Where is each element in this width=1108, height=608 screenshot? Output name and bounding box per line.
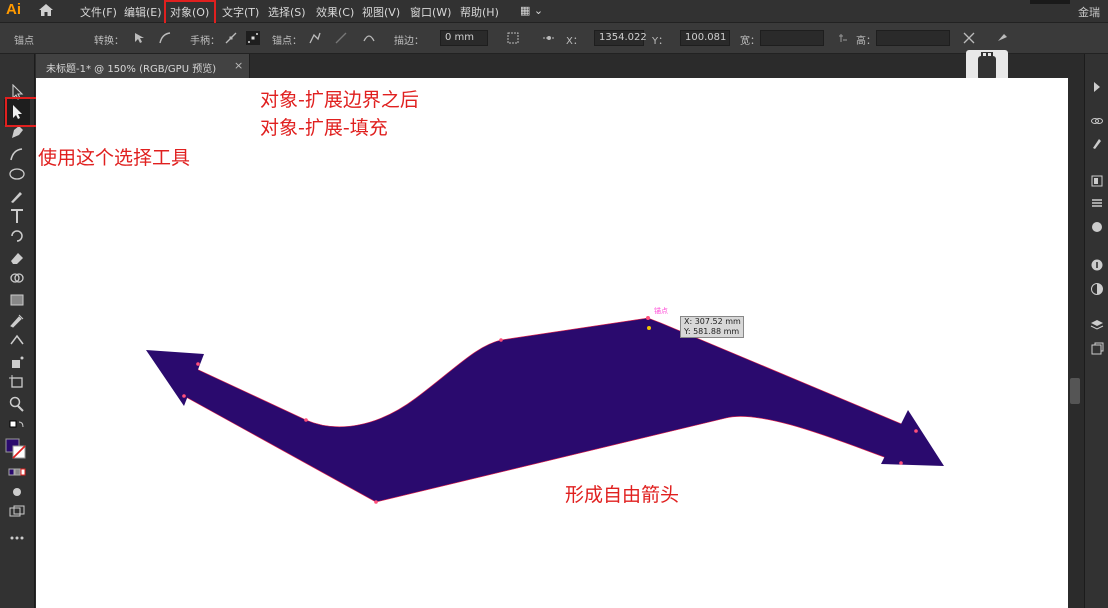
menu-item-0[interactable]: 文件(F) [80,4,117,20]
align-grid-icon[interactable] [506,31,520,45]
close-icon[interactable]: × [234,59,243,72]
cut-path-icon[interactable] [362,31,376,45]
layers-list-icon[interactable] [1090,196,1104,210]
artboards-icon[interactable] [1090,342,1104,356]
artwork[interactable] [36,78,1068,608]
blend-tool-icon[interactable] [8,332,26,348]
zoom-tool-icon[interactable] [8,396,26,412]
anchor-point [647,326,651,330]
anchor-point [646,316,650,320]
user-name[interactable]: 金瑞 [1078,4,1100,20]
type-tool-icon[interactable] [8,208,26,224]
anchor-point [899,461,903,465]
y-field[interactable]: 100.081 [680,30,730,46]
swap-colors-icon[interactable] [8,418,26,434]
anchor-label: 锚点 [14,36,34,47]
convert-label: 转换： [94,36,124,47]
ellipse-tool-icon[interactable] [8,166,26,182]
connect-anchor-icon[interactable] [334,31,348,45]
artboard-tool-icon[interactable] [8,374,26,390]
brushes-icon[interactable] [1090,136,1104,150]
annotation-steps: 对象-扩展边界之后 对象-扩展-填充 [260,86,419,142]
height-label: 高： [856,36,876,47]
stroke-label: 描边： [394,36,424,47]
anchor-point [499,338,503,342]
anchor-point [914,429,918,433]
expand-panels-icon[interactable] [1090,80,1104,94]
more-tools-icon[interactable] [8,530,26,546]
curvature-tool-icon[interactable] [8,146,26,162]
arrow-body-shape[interactable] [183,317,917,503]
control-bar: 锚点 转换： 手柄： 锚点： 描边： 0 mm X： 1354.022 Y： 1… [0,23,1108,54]
handles-label: 手柄： [190,36,220,47]
x-field[interactable]: 1354.022 [594,30,647,46]
home-icon[interactable] [38,3,54,17]
eraser-tool-icon[interactable] [8,250,26,266]
fill-stroke-swatch-icon[interactable] [5,438,27,460]
stroke-width-field[interactable]: 0 mm [440,30,488,46]
transparency-icon[interactable] [1090,282,1104,296]
screen-mode-icon[interactable] [8,504,26,520]
show-handles-icon[interactable] [224,31,238,45]
links-icon[interactable] [1090,114,1104,128]
menu-bar: Ai 文件(F) 编辑(E) 对象(O) 文字(T) 选择(S) 效果(C) 视图(V) 窗口… [0,0,1108,26]
document-tab-bar: 未标题-1* @ 150% (RGB/GPU 预览) × [36,54,1080,78]
search-box[interactable] [1030,0,1070,4]
menu-item-7[interactable]: 窗口(W) [410,4,451,20]
anchor-point [196,362,200,366]
y-label: Y： [652,36,669,47]
anchor-point [304,418,308,422]
draw-mode-icon[interactable] [8,484,26,500]
appearance-icon[interactable] [1090,220,1104,234]
width-field[interactable] [760,30,824,46]
color-mode-icon[interactable] [8,464,26,480]
x-label: X： [566,36,583,47]
anchor-point [374,500,378,504]
document-tab-label: 未标题-1* @ 150% (RGB/GPU 预览) [46,64,217,75]
info-icon[interactable] [1090,258,1104,272]
convert-corner-icon[interactable] [132,31,146,45]
annotation-step-1: 对象-扩展边界之后 [260,89,419,111]
tools-panel [0,54,35,608]
remove-anchor-icon[interactable] [308,31,322,45]
anchor2-label: 锚点： [272,36,302,47]
scrollbar-thumb[interactable] [1070,378,1080,404]
vertical-scrollbar[interactable] [1068,78,1082,608]
document-tab[interactable]: 未标题-1* @ 150% (RGB/GPU 预览) × [36,54,250,78]
menu-item-6[interactable]: 视图(V) [362,4,400,20]
paintbrush-tool-icon[interactable] [8,188,26,204]
menu-item-4[interactable]: 选择(S) [268,4,306,20]
tooltip-x: X: 307.52 mm [684,317,741,326]
annotation-select-tool: 使用这个选择工具 [38,147,191,169]
width-label: 宽： [740,36,760,47]
gradient-tool-icon[interactable] [8,292,26,308]
coordinates-tooltip: X: 307.52 mm Y: 581.88 mm [680,316,744,338]
app-logo: Ai [6,1,21,18]
artboard-canvas[interactable] [36,78,1068,608]
link-icon[interactable] [836,31,850,45]
properties-icon[interactable] [1090,174,1104,188]
menu-item-1[interactable]: 编辑(E) [124,4,162,20]
height-field[interactable] [876,30,950,46]
annotation-result: 形成自由箭头 [565,484,680,506]
symbol-sprayer-tool-icon[interactable] [8,354,26,370]
convert-smooth-icon[interactable] [158,31,172,45]
tooltip-y: Y: 581.88 mm [684,327,740,336]
isolate-icon[interactable] [962,31,976,45]
menu-item-3[interactable]: 文字(T) [222,4,259,20]
align-points-icon[interactable] [542,31,556,45]
hide-handles-icon[interactable] [246,31,260,45]
rotate-tool-icon[interactable] [8,228,26,244]
eyedropper-tool-icon[interactable] [8,312,26,328]
workspace-switcher[interactable]: ▦ ⌄ [520,4,543,17]
more-options-icon[interactable] [996,31,1010,45]
shape-builder-tool-icon[interactable] [8,270,26,286]
annotation-step-2: 对象-扩展-填充 [260,117,388,139]
anchor-point [182,394,186,398]
anchor-hint-label: 锚点 [654,307,668,315]
menu-item-8[interactable]: 帮助(H) [460,4,499,20]
menu-item-5[interactable]: 效果(C) [316,4,354,20]
panel-dock [1084,54,1108,608]
layers-icon[interactable] [1090,318,1104,332]
